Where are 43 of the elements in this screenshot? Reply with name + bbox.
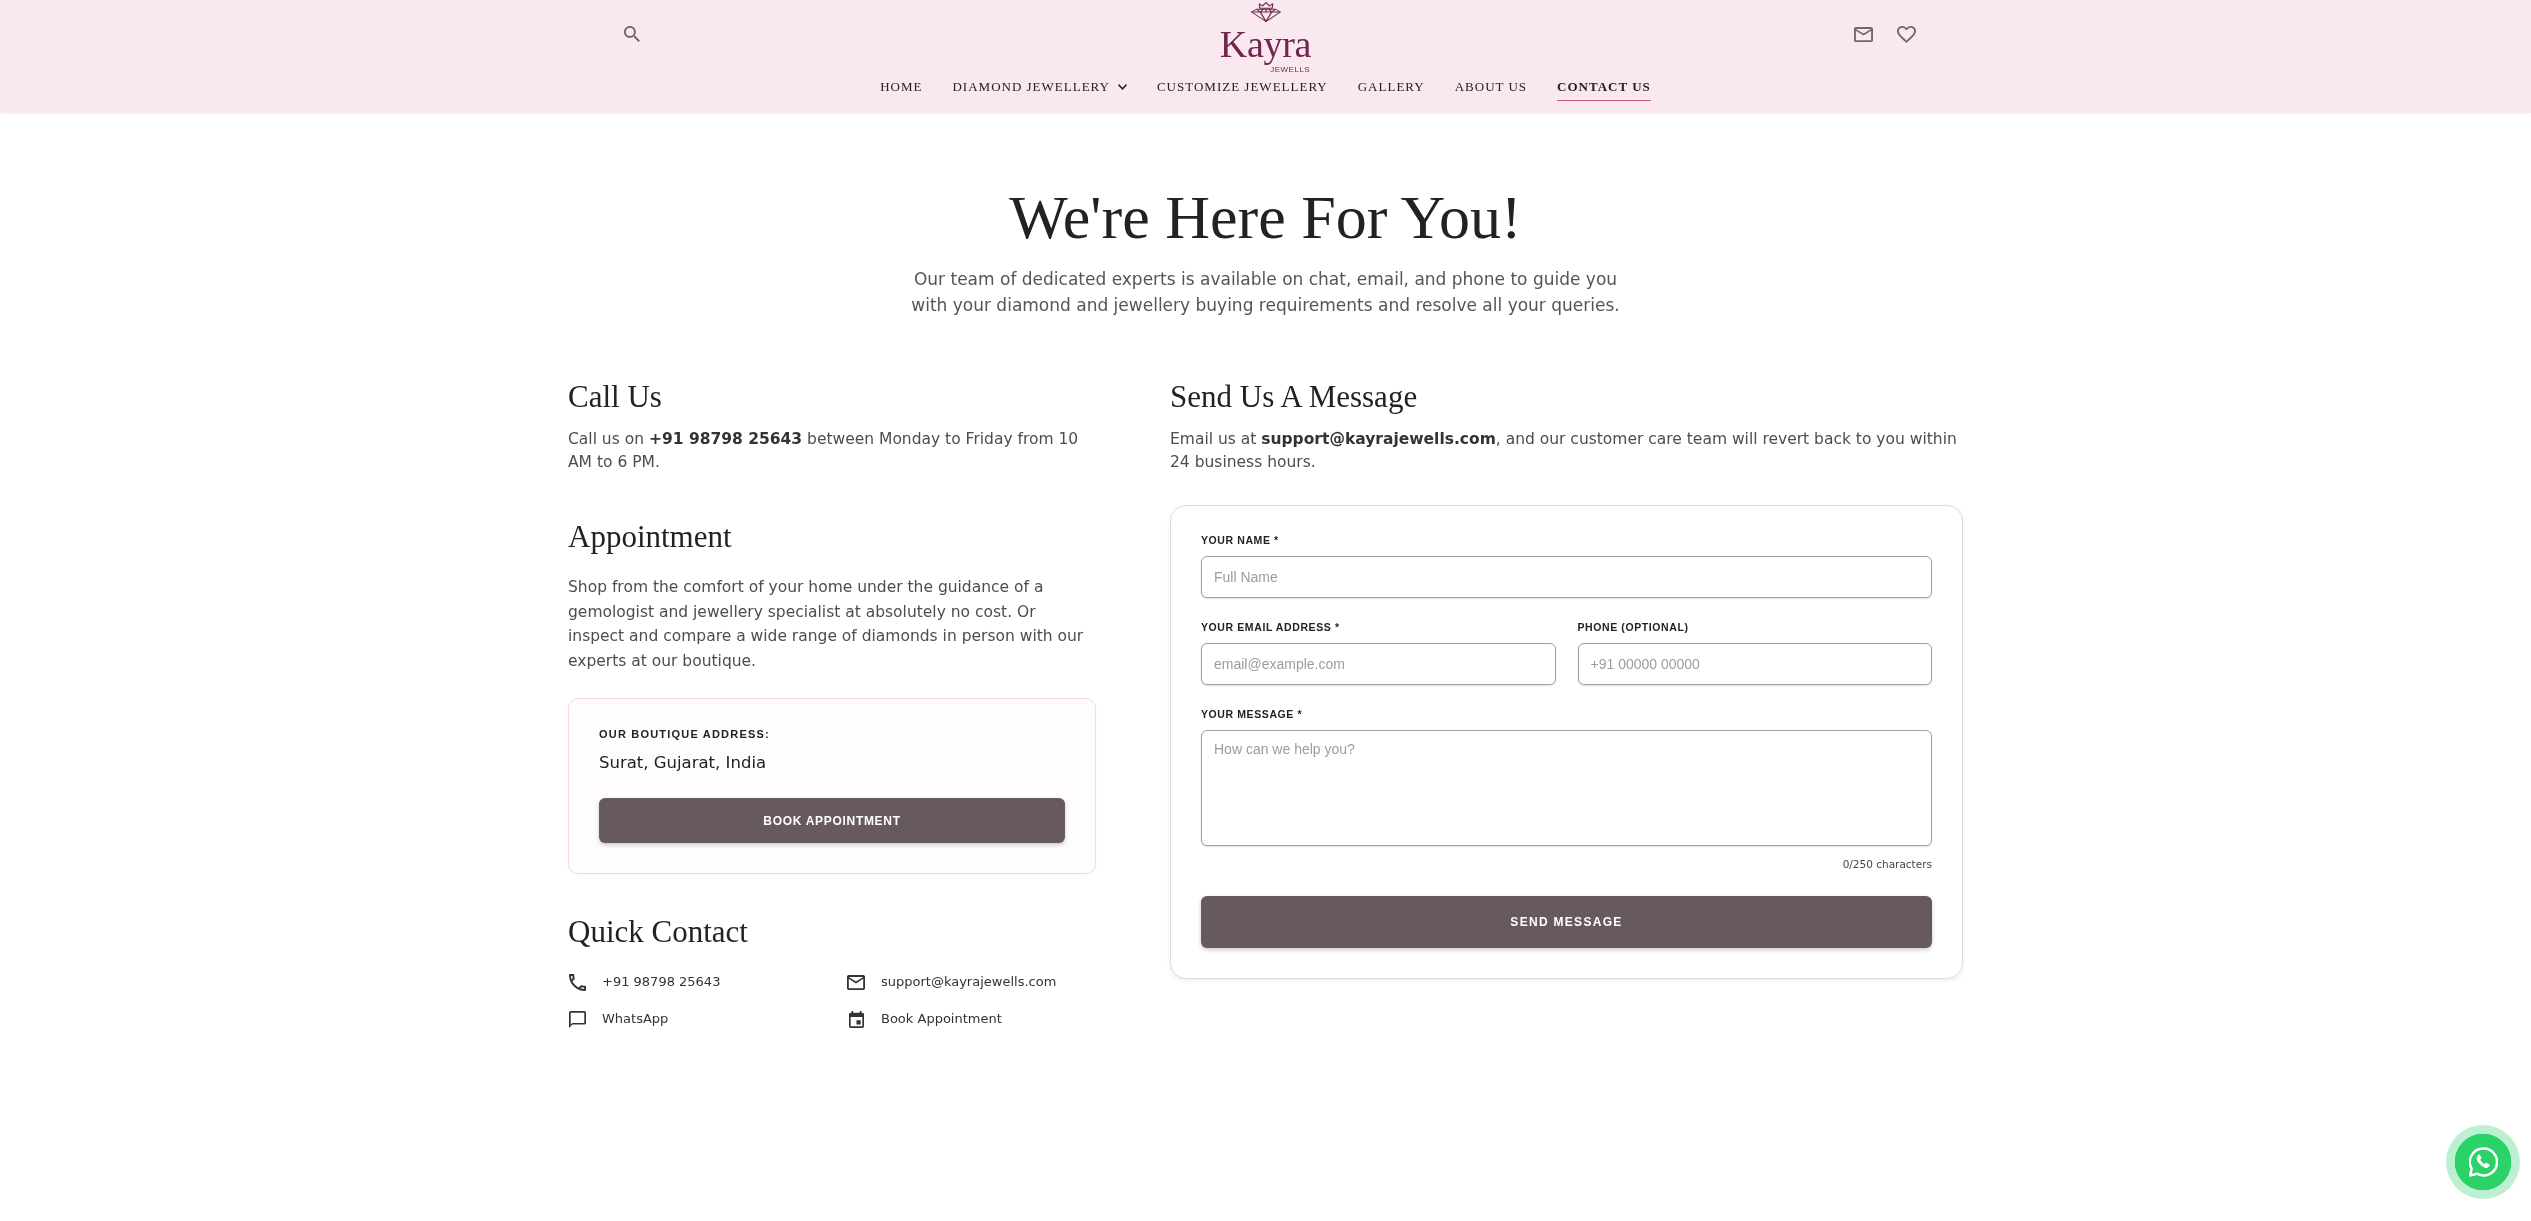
field-label: YOUR EMAIL ADDRESS * [1201, 620, 1340, 634]
address-label: OUR BOUTIQUE ADDRESS: [599, 727, 771, 741]
field-label: YOUR MESSAGE * [1201, 707, 1303, 721]
character-counter: 0/250 characters [1842, 857, 1932, 871]
nav-link[interactable]: DIAMOND JEWELLERY [952, 76, 1127, 101]
phone-link[interactable]: +91 98798 25643 [568, 972, 721, 992]
input-field[interactable]: Full Name [1201, 556, 1932, 598]
logo-text: Kayra [1218, 22, 1313, 65]
section-heading: Appointment [568, 518, 733, 556]
section-text: Email us at support@kayrajewells.com, and our customer care team will revert back to you within 24 business hours. [1170, 429, 1958, 473]
chat-link[interactable]: WhatsApp [568, 1009, 669, 1029]
nav-link[interactable]: CUSTOMIZE JEWELLERY [1156, 76, 1328, 101]
search-icon[interactable] [623, 26, 640, 42]
field-label: YOUR NAME * [1201, 533, 1279, 547]
phone-icon [568, 973, 586, 991]
mail-icon [847, 974, 865, 990]
field-label: PHONE (OPTIONAL) [1577, 620, 1689, 634]
section-heading: Quick Contact [568, 913, 749, 951]
page-title: We're Here For You! [1008, 182, 1523, 253]
section-text: Shop from the comfort of your home under the guidance of a gemologist and jewellery specialist at absolutely no cost. Or inspect and compare a wide range of diamonds in person with our experts at our boutique. [568, 577, 1085, 672]
email-link[interactable]: support@kayrajewells.com [847, 972, 1057, 992]
heart-icon[interactable] [1896, 26, 1916, 43]
nav-link[interactable]: ABOUT US [1454, 76, 1528, 101]
section-heading: Send Us A Message [1170, 378, 1419, 416]
nav-link[interactable]: GALLERY [1357, 76, 1425, 101]
send-message-button[interactable]: SEND MESSAGE [1201, 896, 1932, 948]
crown-icon [1250, 2, 1281, 22]
message-field[interactable]: How can we help you? [1201, 730, 1932, 846]
mail-icon[interactable] [1853, 27, 1873, 42]
section-heading: Call Us [568, 378, 663, 416]
nav-link[interactable]: CONTACT US [1557, 76, 1651, 101]
nav-link[interactable]: HOME [880, 76, 923, 101]
input-field[interactable]: email@example.com [1201, 643, 1556, 685]
calendar-icon [848, 1010, 864, 1028]
book-appointment-button[interactable]: BOOK APPOINTMENT [599, 798, 1065, 843]
chat-bubble-icon [568, 1010, 586, 1028]
section-text: Call us on +91 98798 25643 between Monday to Friday from 10 AM to 6 PM. [568, 429, 1080, 473]
phone-bubble-icon [2468, 1147, 2498, 1177]
address-text: Surat, Gujarat, India [599, 752, 768, 774]
appointment-link[interactable]: Book Appointment [847, 1009, 1002, 1029]
intro-text: Our team of dedicated experts is available on chat, email, and phone to guide you with your diamond and jewellery buying requirements and resolve all your queries. [910, 268, 1621, 317]
logo-tagline: JEWELLS [1270, 65, 1311, 74]
input-field[interactable]: +91 00000 00000 [1577, 643, 1932, 685]
